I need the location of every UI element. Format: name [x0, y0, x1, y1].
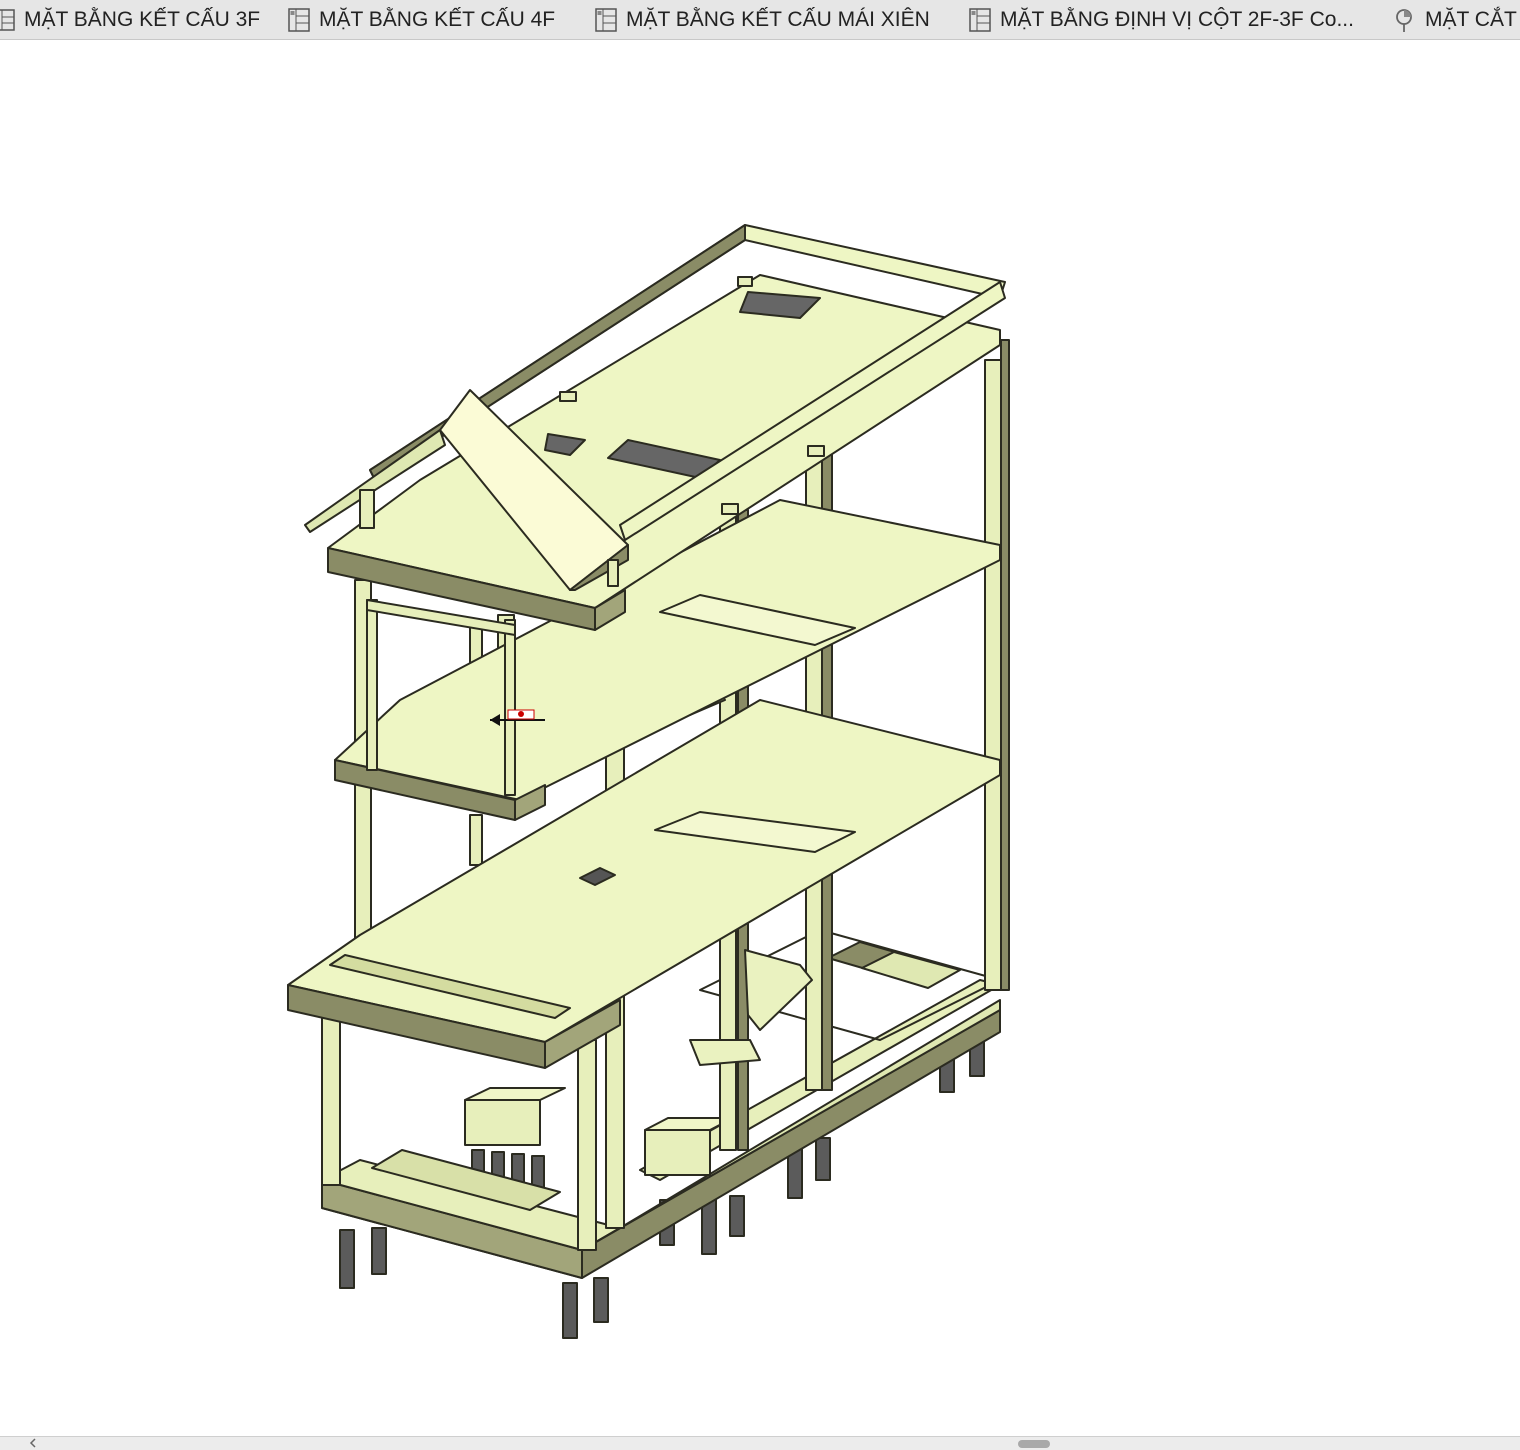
scroll-left-icon[interactable] [28, 1438, 38, 1448]
tab-plan-sloped-roof[interactable]: MẶT BẰNG KẾT CẤU MÁI XIÊN [594, 0, 930, 40]
plan-view-icon [595, 8, 617, 32]
plan-view-icon [969, 8, 991, 32]
tab-label: MẶT BẰNG ĐỊNH VỊ CỘT 2F-3F Co... [1000, 8, 1354, 31]
horizontal-scrollbar[interactable] [0, 1436, 1520, 1450]
tab-plan-4f[interactable]: MẶT BẰNG KẾT CẤU 4F [287, 0, 555, 40]
tab-column-layout-2f-3f[interactable]: MẶT BẰNG ĐỊNH VỊ CỘT 2F-3F Co... [968, 0, 1354, 40]
plan-view-icon [0, 9, 15, 31]
tab-plan-3f[interactable]: MẶT BẰNG KẾT CẤU 3F [0, 0, 260, 40]
tab-label: MẶT BẰNG KẾT CẤU 4F [319, 8, 556, 31]
tab-label: MẶT BẰNG KẾT CẤU MÁI XIÊN [626, 8, 930, 31]
view-tab-bar: MẶT BẰNG KẾT CẤU 3F MẶT BẰNG KẾT CẤU 4F … [0, 0, 1520, 40]
tab-label: MẶT CẮT [1425, 8, 1517, 31]
scrollbar-thumb[interactable] [1018, 1440, 1050, 1448]
3d-viewport[interactable] [0, 40, 1520, 1436]
structural-model-3d [287, 224, 1010, 1339]
section-view-icon [1396, 9, 1412, 32]
plan-view-icon [288, 8, 310, 32]
tab-label: MẶT BẰNG KẾT CẤU 3F [24, 8, 261, 31]
tab-section[interactable]: MẶT CẮT [1393, 0, 1517, 40]
